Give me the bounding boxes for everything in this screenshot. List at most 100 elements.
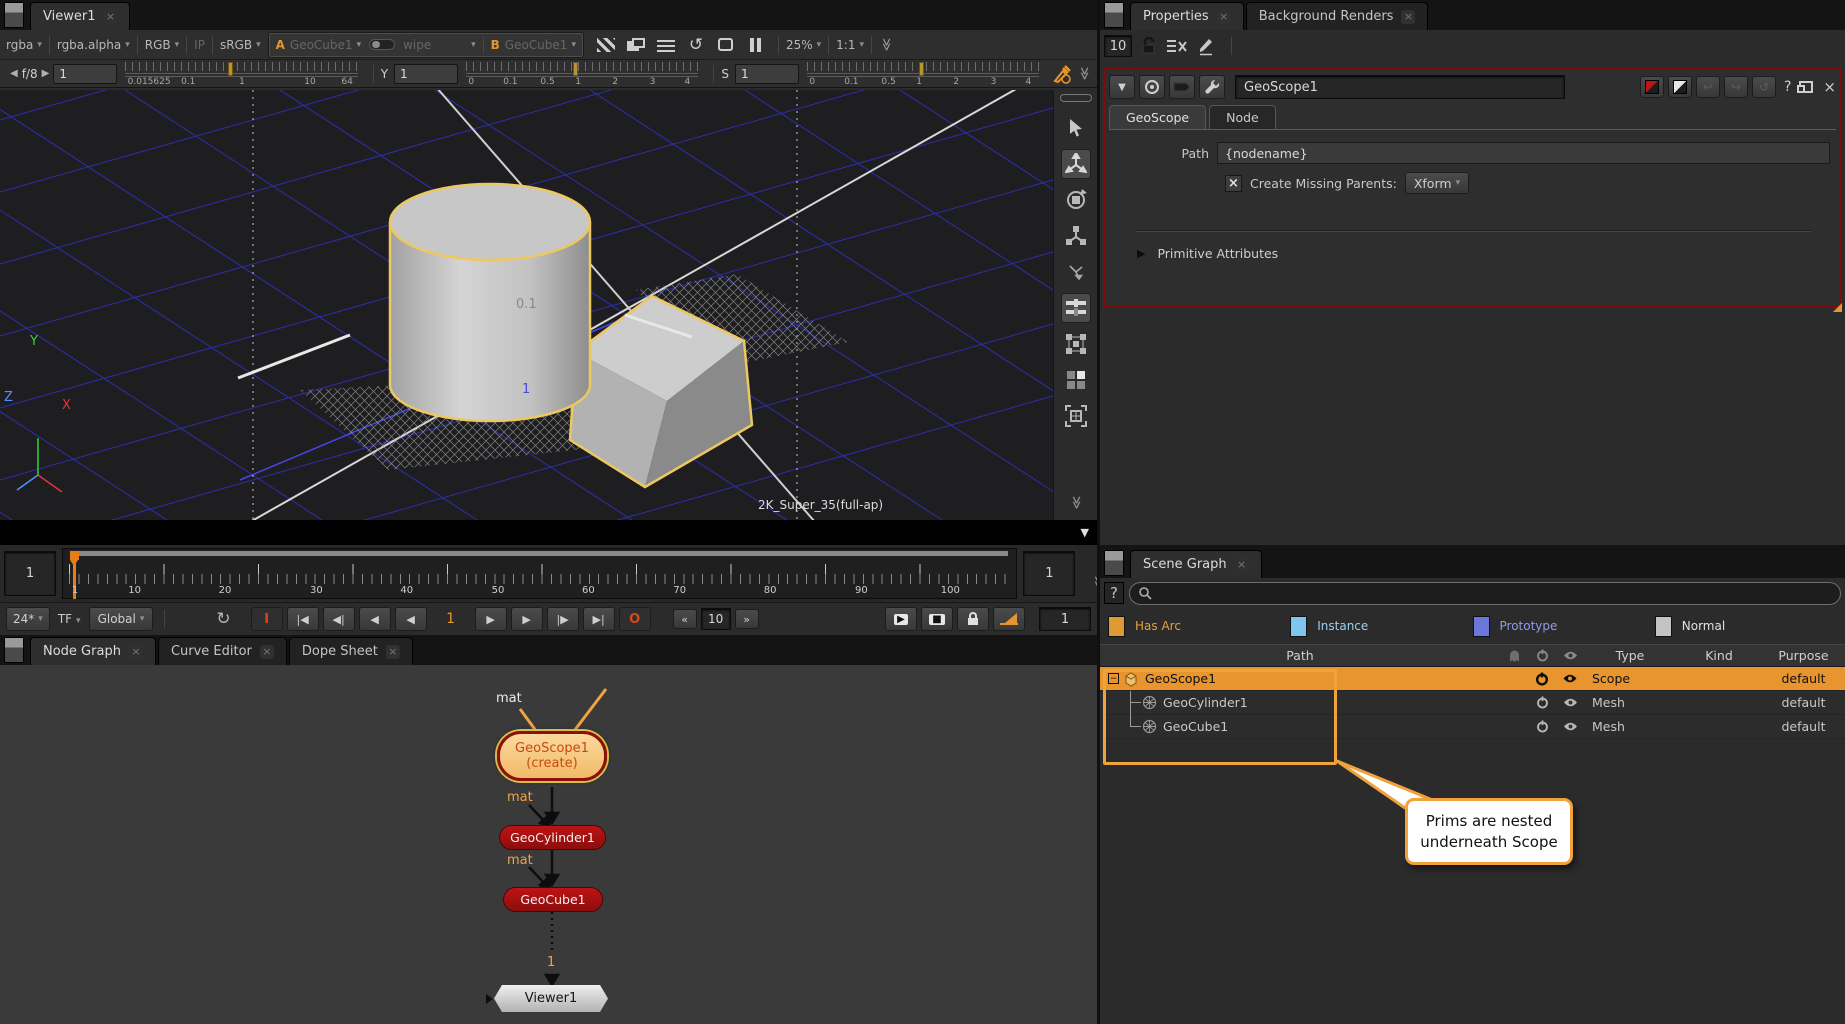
more-options-icon[interactable]: ≫ — [1077, 67, 1092, 81]
eye-toggle[interactable] — [1556, 697, 1584, 708]
viewer-timebar[interactable]: ▼ — [0, 520, 1097, 545]
expand-icon[interactable]: ▼ — [1081, 526, 1089, 539]
refresh-icon[interactable]: ↺ — [684, 35, 708, 55]
revert-icon[interactable]: ↺ — [1752, 76, 1776, 98]
lock-icon[interactable] — [1140, 37, 1158, 55]
power-toggle[interactable] — [1528, 720, 1556, 733]
layout-grid-icon[interactable] — [1061, 329, 1091, 359]
view-node-icon[interactable] — [1139, 75, 1165, 99]
step-fwd-button[interactable]: ▶ — [511, 607, 543, 631]
clear-edits-icon[interactable] — [1166, 38, 1188, 54]
loop-mode-icon[interactable]: ↻ — [216, 609, 230, 629]
jump-size-input[interactable]: 10 — [701, 608, 731, 630]
exposure-next-icon[interactable]: ▶ — [42, 68, 50, 79]
tab-geoscope[interactable]: GeoScope — [1109, 105, 1206, 129]
collapse-icon[interactable]: ▼ — [1109, 75, 1135, 99]
nodegraph-canvas[interactable]: mat GeoScope1 (create) mat GeoCylinder1 … — [0, 665, 1097, 1024]
tab-background-renders[interactable]: Background Renders × — [1246, 2, 1429, 30]
input-a-node-dropdown[interactable]: GeoCube1 — [290, 38, 353, 52]
close-icon[interactable]: × — [386, 645, 400, 659]
input-b-node-dropdown[interactable]: GeoCube1 — [505, 38, 568, 52]
pause-icon[interactable] — [744, 35, 768, 55]
goto-start-button[interactable]: |◀ — [287, 607, 319, 631]
gamma-input[interactable]: 1 — [394, 64, 458, 84]
close-icon[interactable]: × — [1217, 10, 1231, 24]
compare-views-icon[interactable] — [624, 35, 648, 55]
saturation-slider[interactable]: 0 0.1 0.5 1 2 3 4 — [807, 61, 1039, 87]
tab-dope-sheet[interactable]: Dope Sheet × — [289, 637, 413, 665]
set-out-button[interactable]: O — [619, 607, 651, 631]
tab-node-graph[interactable]: Node Graph × — [30, 637, 156, 665]
eye-toggle[interactable] — [1556, 721, 1584, 732]
panel-menu-icon[interactable] — [1104, 550, 1124, 576]
exposure-prev-icon[interactable]: ◀ — [10, 68, 18, 79]
more-options-icon[interactable]: ≫ — [878, 38, 893, 52]
frame-ruler[interactable]: 1 10 20 30 40 50 60 70 80 90 100 — [62, 548, 1017, 599]
pixel-probe-icon[interactable] — [1051, 63, 1073, 85]
close-icon[interactable]: × — [260, 645, 274, 659]
help-icon[interactable]: ? — [1784, 79, 1791, 95]
translate-tool-icon[interactable] — [1061, 149, 1091, 179]
select-tool-icon[interactable] — [1061, 113, 1091, 143]
scanline-icon[interactable] — [654, 35, 678, 55]
scenegraph-row-geocube1[interactable]: GeoCube1 Mesh default — [1100, 715, 1845, 739]
overlay-slider[interactable] — [1060, 94, 1092, 102]
history-depth-input[interactable]: 10 — [1104, 35, 1132, 57]
play-button[interactable]: ▶ — [475, 607, 507, 631]
set-in-button[interactable]: I — [251, 607, 283, 631]
path-input[interactable]: {nodename} — [1217, 142, 1830, 164]
scale-tool-icon[interactable] — [1061, 221, 1091, 251]
display-mode-dropdown[interactable]: RGB — [145, 38, 171, 52]
exposure-input[interactable]: 1 — [53, 64, 117, 84]
play-back-button[interactable]: ◀ — [395, 607, 427, 631]
colorspace-dropdown[interactable]: sRGB — [220, 38, 252, 52]
panel-menu-icon[interactable] — [4, 2, 24, 28]
eye-toggle[interactable] — [1556, 673, 1584, 684]
layer-dropdown[interactable]: rgba.alpha — [57, 38, 121, 52]
jump-back-button[interactable]: « — [673, 609, 697, 629]
current-frame[interactable]: 1 — [431, 611, 471, 627]
step-back-button[interactable]: ◀ — [359, 607, 391, 631]
tab-node[interactable]: Node — [1209, 105, 1276, 129]
detach-window-icon[interactable] — [1799, 81, 1813, 93]
wipe-toggle[interactable] — [369, 39, 395, 50]
power-toggle[interactable] — [1528, 696, 1556, 709]
edit-node-icon[interactable] — [1169, 75, 1195, 99]
create-missing-checkbox[interactable]: × — [1225, 175, 1242, 192]
range-mode-dropdown[interactable]: Global▾ — [89, 607, 154, 631]
resize-handle-icon[interactable] — [1833, 303, 1842, 312]
edit-pencil-icon[interactable] — [1196, 36, 1216, 56]
curve-ramp-button[interactable] — [993, 607, 1025, 631]
next-key-button[interactable]: |▶ — [547, 607, 579, 631]
close-icon[interactable]: × — [129, 645, 143, 659]
gamma-slider[interactable]: 0 0.1 0.5 1 2 3 4 — [466, 61, 698, 87]
power-toggle[interactable] — [1528, 672, 1556, 686]
close-icon[interactable]: × — [1401, 10, 1415, 24]
close-icon[interactable]: × — [1235, 558, 1249, 572]
scenegraph-row-geocylinder1[interactable]: GeoCylinder1 Mesh default — [1100, 691, 1845, 715]
flag-red-button[interactable] — [1640, 76, 1664, 98]
lock-button[interactable] — [957, 607, 989, 631]
frame-value-input[interactable]: 1 — [1039, 607, 1091, 631]
quad-view-icon[interactable] — [1061, 365, 1091, 395]
wrench-icon[interactable] — [1199, 75, 1225, 99]
layout-rows-icon[interactable] — [1061, 293, 1091, 323]
tab-scene-graph[interactable]: Scene Graph × — [1130, 550, 1262, 578]
expander-icon[interactable]: − — [1108, 673, 1119, 684]
tf-dropdown[interactable]: TF▾ — [58, 612, 81, 626]
close-icon[interactable]: × — [103, 10, 117, 24]
exposure-slider[interactable]: 0.015625 0.1 1 10 64 — [125, 61, 357, 87]
render-button[interactable]: ■ — [921, 607, 953, 631]
panel-menu-icon[interactable] — [4, 637, 24, 663]
viewport-3d[interactable]: Y X Z 0.1 1 2K_Super_35(full-ap) — [0, 90, 1053, 520]
node-geocylinder1[interactable]: GeoCylinder1 — [499, 825, 606, 850]
prev-key-button[interactable]: ◀| — [323, 607, 355, 631]
wipe-mode-dropdown[interactable]: wipe — [403, 38, 467, 52]
panel-menu-icon[interactable] — [1104, 2, 1124, 28]
ip-button[interactable]: IP — [194, 38, 205, 52]
expand-icon[interactable]: ▶ — [1137, 247, 1145, 260]
more-tools-icon[interactable]: ≫ — [1068, 496, 1083, 510]
rotate-tool-icon[interactable] — [1061, 185, 1091, 215]
node-viewer1[interactable]: Viewer1 — [494, 985, 608, 1012]
search-input[interactable] — [1129, 582, 1841, 605]
